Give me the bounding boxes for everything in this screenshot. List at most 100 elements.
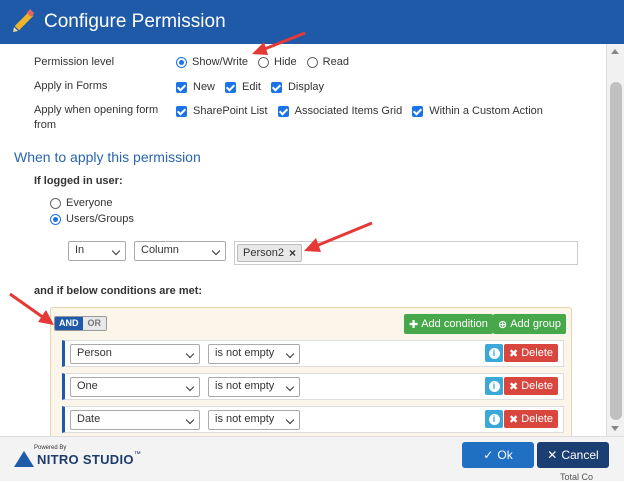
condition-operator-value: is not empty: [215, 347, 275, 359]
scroll-up-icon[interactable]: [611, 49, 619, 54]
info-button[interactable]: i: [485, 344, 503, 362]
nitro-studio-logo: Powered By NITRO STUDIO ™: [14, 445, 141, 467]
chevron-down-icon: [285, 349, 295, 359]
apply-when-opening-label: Apply when opening form from: [34, 103, 158, 133]
permission-hide-option[interactable]: Hide: [258, 56, 297, 68]
permission-hide-label: Hide: [274, 56, 297, 68]
radio-read[interactable]: [306, 56, 318, 68]
condition-operator-select[interactable]: is not empty: [208, 410, 300, 430]
delete-condition-button[interactable]: ✖ Delete: [504, 377, 559, 395]
person2-tag: Person2 ×: [237, 244, 302, 262]
condition-operator-select[interactable]: is not empty: [208, 344, 300, 364]
apply-when-opening-options: SharePoint List Associated Items Grid Wi…: [176, 105, 553, 117]
checkbox-edit[interactable]: [225, 81, 237, 93]
dialog-title-bar: Configure Permission: [0, 0, 624, 44]
info-icon: i: [488, 347, 500, 359]
close-icon: ✖: [509, 413, 519, 426]
plus-icon: ✚: [409, 318, 419, 331]
section-title: When to apply this permission: [14, 149, 201, 165]
permission-level-label: Permission level: [34, 56, 115, 68]
radio-users-groups[interactable]: [50, 213, 61, 225]
dialog-title: Configure Permission: [44, 11, 226, 32]
vertical-scrollbar[interactable]: [606, 44, 624, 436]
delete-label: Delete: [521, 413, 554, 425]
checkbox-sharepoint-list[interactable]: [176, 105, 187, 117]
source-sharepoint-list-option[interactable]: SharePoint List: [176, 105, 268, 117]
pencil-icon: [13, 9, 35, 32]
brand-row: NITRO STUDIO ™: [14, 451, 141, 467]
condition-operator-value: is not empty: [215, 413, 275, 425]
nitro-logo-icon: [14, 451, 34, 467]
everyone-option[interactable]: Everyone: [50, 197, 112, 209]
info-icon: i: [488, 380, 500, 392]
in-operator-select[interactable]: In: [68, 241, 126, 261]
source-associated-items-grid-option[interactable]: Associated Items Grid: [277, 105, 403, 117]
chevron-down-icon: [185, 415, 195, 425]
source-sharepoint-list-label: SharePoint List: [193, 105, 268, 117]
plus-circle-icon: ⊕: [498, 318, 508, 331]
delete-condition-button[interactable]: ✖ Delete: [504, 410, 559, 428]
cancel-label: Cancel: [561, 448, 599, 462]
permission-level-options: Show/Write Hide Read: [176, 56, 359, 68]
close-icon: ✖: [509, 347, 519, 360]
apply-when-opening-label-line2: from: [34, 119, 56, 131]
radio-everyone[interactable]: [50, 197, 61, 209]
brand-name: NITRO STUDIO: [37, 451, 134, 467]
delete-label: Delete: [521, 347, 554, 359]
condition-operator-select[interactable]: is not empty: [208, 377, 300, 397]
check-icon: ✓: [483, 448, 494, 462]
users-groups-option[interactable]: Users/Groups: [50, 213, 134, 225]
close-icon: ✖: [509, 380, 519, 393]
condition-field-value: One: [77, 380, 98, 392]
and-toggle[interactable]: AND: [55, 317, 83, 330]
info-button[interactable]: i: [485, 377, 503, 395]
info-button[interactable]: i: [485, 410, 503, 428]
ok-label: Ok: [497, 448, 513, 462]
condition-field-select[interactable]: Date: [70, 410, 200, 430]
checkbox-custom-action[interactable]: [412, 105, 424, 117]
source-value: Column: [141, 244, 179, 256]
form-display-option[interactable]: Display: [270, 81, 325, 93]
condition-field-value: Person: [77, 347, 112, 359]
ok-button[interactable]: ✓ Ok: [462, 442, 534, 468]
permission-show-write-option[interactable]: Show/Write: [176, 56, 248, 68]
person2-tag-label: Person2: [243, 247, 284, 259]
source-custom-action-label: Within a Custom Action: [429, 105, 543, 117]
chevron-down-icon: [185, 349, 195, 359]
tag-remove-icon[interactable]: ×: [289, 246, 296, 260]
users-groups-label: Users/Groups: [66, 213, 134, 225]
delete-condition-button[interactable]: ✖ Delete: [504, 344, 559, 362]
info-icon: i: [488, 413, 500, 425]
chevron-down-icon: [285, 415, 295, 425]
checkbox-display[interactable]: [270, 81, 282, 93]
condition-field-select[interactable]: One: [70, 377, 200, 397]
form-display-label: Display: [287, 81, 325, 93]
checkbox-new[interactable]: [176, 81, 187, 93]
radio-show-write[interactable]: [176, 56, 187, 68]
source-custom-action-option[interactable]: Within a Custom Action: [412, 105, 543, 117]
permission-show-write-label: Show/Write: [192, 56, 249, 68]
chevron-down-icon: [111, 246, 121, 256]
form-edit-label: Edit: [242, 81, 261, 93]
logged-in-user-label: If logged in user:: [34, 175, 123, 187]
trademark-label: ™: [133, 451, 141, 458]
cancel-button[interactable]: ✕ Cancel: [537, 442, 609, 468]
column-tag-input[interactable]: Person2 ×: [234, 241, 578, 265]
permission-read-option[interactable]: Read: [306, 56, 349, 68]
scrollbar-thumb[interactable]: [610, 82, 622, 420]
checkbox-associated-items-grid[interactable]: [277, 105, 289, 117]
add-group-button[interactable]: ⊕ Add group: [493, 314, 566, 334]
scroll-down-icon[interactable]: [611, 426, 619, 431]
condition-field-select[interactable]: Person: [70, 344, 200, 364]
radio-hide[interactable]: [258, 56, 270, 68]
chevron-down-icon: [285, 382, 295, 392]
add-group-label: Add group: [510, 318, 561, 330]
everyone-label: Everyone: [66, 197, 113, 209]
form-edit-option[interactable]: Edit: [225, 81, 261, 93]
source-associated-items-grid-label: Associated Items Grid: [294, 105, 403, 117]
or-toggle[interactable]: OR: [82, 317, 106, 330]
add-condition-button[interactable]: ✚ Add condition: [404, 314, 493, 334]
apply-in-forms-label: Apply in Forms: [34, 80, 108, 92]
source-select[interactable]: Column: [134, 241, 226, 261]
form-new-option[interactable]: New: [176, 81, 215, 93]
